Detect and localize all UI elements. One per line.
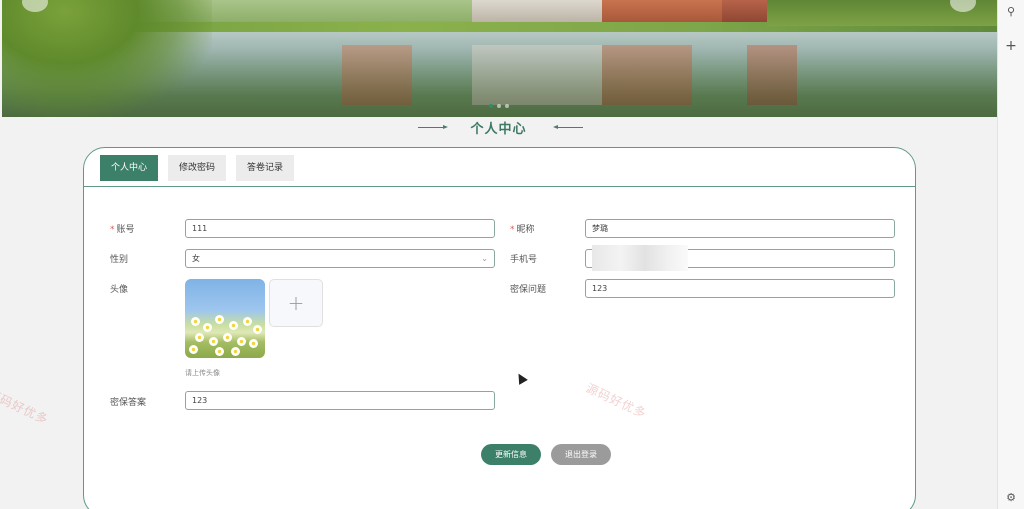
daisy [189,345,198,354]
page-title: 个人中心 [470,122,527,137]
watermark: 源码好优多 [0,386,51,428]
gender-label: 性别 [110,255,129,265]
title-decoration-right [553,125,583,129]
carousel-dot[interactable] [489,104,493,108]
daisy [249,339,258,348]
tab-divider [84,186,915,187]
daisy [191,317,200,326]
security-answer-input[interactable]: 123 [185,391,495,410]
carousel-dot[interactable] [505,104,509,108]
title-decoration-left [418,125,448,129]
nickname-label: * 昵称 [510,222,535,235]
daisy [203,323,212,332]
section-header: 个人中心 [0,118,997,138]
carousel-dot[interactable] [497,104,501,108]
avatar-image [185,279,265,358]
account-input[interactable]: 111 [185,219,495,238]
reflection [747,45,797,105]
settings-icon[interactable]: ⚙ [1005,492,1017,504]
building [602,0,722,22]
reflection [602,45,692,105]
logout-button[interactable]: 退出登录 [551,444,611,465]
security-question-label: 密保问题 [510,285,547,295]
security-answer-label: 密保答案 [110,398,147,408]
account-label-text: 账号 [116,225,135,235]
plus-icon[interactable]: + [1005,39,1017,53]
nickname-label-text: 昵称 [516,225,535,235]
nickname-input[interactable]: 梦璐 [585,219,895,238]
daisy [209,337,218,346]
gender-select-value: 女 [192,254,200,263]
required-mark: * [110,225,115,235]
phone-label: 手机号 [510,255,538,265]
required-mark: * [510,225,515,235]
browser-side-panel: ⚲ + ⚙ [997,0,1024,509]
avatar-upload-button[interactable]: + [269,279,323,327]
chevron-down-icon: ⌄ [481,254,488,263]
gender-select[interactable]: 女 ⌄ [185,249,495,268]
account-label: * 账号 [110,222,135,235]
daisy [237,337,246,346]
daisy [229,321,238,330]
willow-tree [2,0,212,117]
daisy [223,333,232,342]
security-question-input[interactable]: 123 [585,279,895,298]
update-info-button[interactable]: 更新信息 [481,444,541,465]
profile-card: 个人中心 修改密码 答卷记录 * 账号 111 性别 女 ⌄ 头像 + 请上传头像… [83,147,916,509]
daisy [253,325,262,334]
carousel-dots [489,104,509,108]
tab-answer-records[interactable]: 答卷记录 [236,155,295,181]
tab-profile[interactable]: 个人中心 [100,155,159,181]
building [472,0,602,22]
reflection [342,45,412,105]
reflection [472,45,602,105]
avatar-hint: 请上传头像 [185,369,220,377]
search-icon[interactable]: ⚲ [1005,6,1017,18]
daisy [215,347,224,356]
redaction-blur [592,245,688,271]
phone-input[interactable] [585,245,895,271]
daisy [215,315,224,324]
banner-carousel [2,0,997,117]
tab-change-password[interactable]: 修改密码 [168,155,227,181]
tab-bar: 个人中心 修改密码 答卷记录 [100,155,295,181]
daisy [195,333,204,342]
avatar-label: 头像 [110,285,129,295]
daisy [243,317,252,326]
daisy [231,347,240,356]
